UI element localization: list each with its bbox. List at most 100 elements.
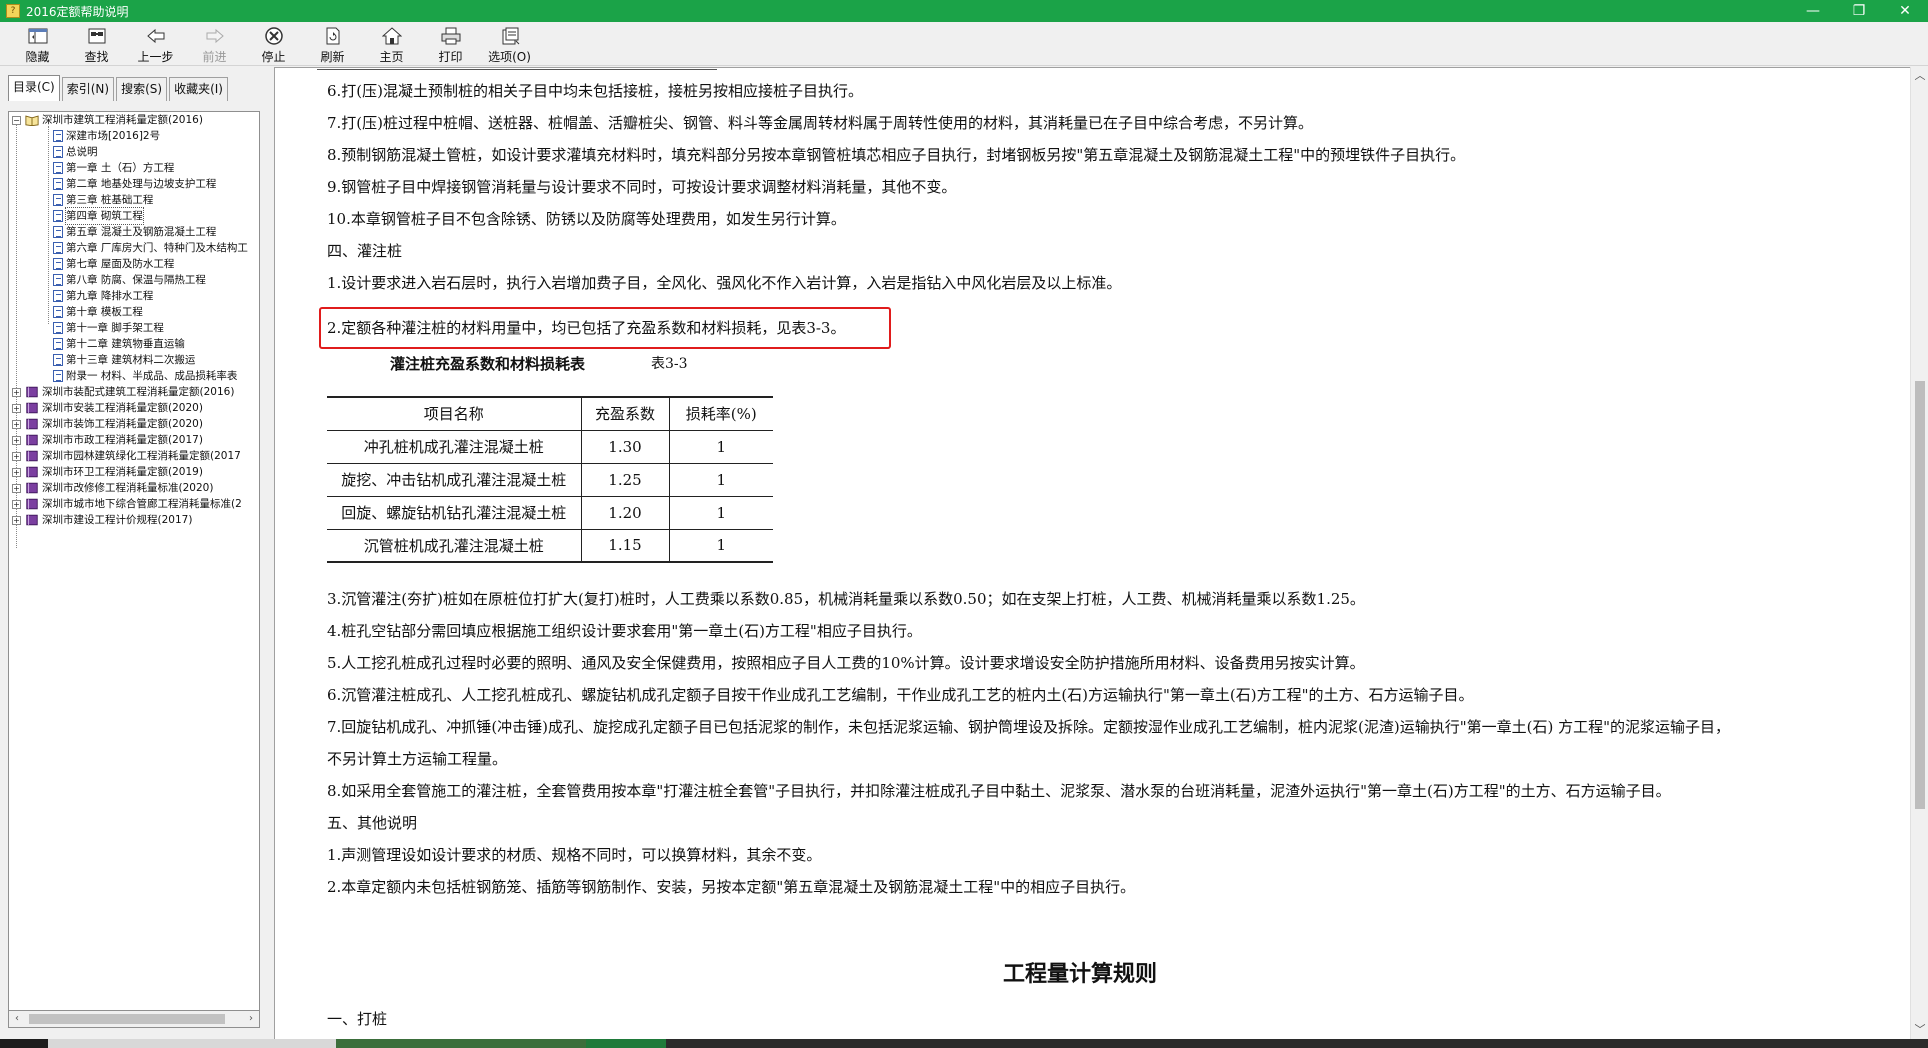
paragraph: 4.桩孔空钻部分需回填应根据施工组织设计要求套用"第一章土(石)方工程"相应子目…: [327, 622, 922, 640]
expand-icon[interactable]: +: [12, 484, 21, 493]
tree-node-child[interactable]: 第六章 厂库房大门、特种门及木结构工: [9, 240, 259, 256]
tree-node-child[interactable]: 第八章 防腐、保温与隔热工程: [9, 272, 259, 288]
toolbar: 隐藏 查找 上一步 前进 停止 刷新 主页 打印 选项(O): [0, 22, 1928, 66]
find-button[interactable]: 查找: [67, 22, 126, 66]
tree-node-child[interactable]: 总说明: [9, 144, 259, 160]
tree-node-child[interactable]: 第九章 降排水工程: [9, 288, 259, 304]
hide-pane-icon: [27, 26, 49, 46]
hide-button[interactable]: 隐藏: [8, 22, 67, 66]
contents-tree[interactable]: − 深圳市建筑工程消耗量定额(2016) 深建市场[2016]2号 总说明 第一…: [8, 111, 260, 1011]
book-icon: [26, 418, 38, 430]
tree-node-child[interactable]: 第七章 屋面及防水工程: [9, 256, 259, 272]
tree-node-book[interactable]: + 深圳市市政工程消耗量定额(2017): [9, 432, 259, 448]
find-icon: [86, 26, 108, 46]
book-icon: [26, 498, 38, 510]
title-bar: ? 2016定额帮助说明 — ❐ ✕: [0, 0, 1928, 22]
table-row: 回旋、螺旋钻机钻孔灌注混凝土桩 1.20 1: [327, 495, 773, 530]
table-title: 灌注桩充盈系数和材料损耗表: [390, 355, 586, 373]
book-icon: [26, 386, 38, 398]
window-controls: — ❐ ✕: [1790, 0, 1928, 22]
help-content: 6.打(压)混凝土预制桩的相关子目中均未包括接桩，接桩另按相应接桩子目执行。 7…: [274, 67, 1910, 1039]
tree-node-book[interactable]: + 深圳市装配式建筑工程消耗量定额(2016): [9, 384, 259, 400]
expand-icon[interactable]: +: [12, 500, 21, 509]
scroll-up-icon[interactable]: ︿: [1911, 67, 1928, 85]
scroll-thumb[interactable]: [29, 1014, 225, 1024]
stop-button[interactable]: 停止: [244, 22, 303, 66]
page-icon: [53, 370, 63, 382]
expand-icon[interactable]: +: [12, 468, 21, 477]
page-icon: [53, 354, 63, 366]
tree-node-book[interactable]: + 深圳市城市地下综合管廊工程消耗量标准(2: [9, 496, 259, 512]
options-button[interactable]: 选项(O): [480, 22, 539, 66]
book-icon: [26, 402, 38, 414]
back-arrow-icon: [145, 26, 167, 46]
expand-icon[interactable]: +: [12, 404, 21, 413]
tree-node-child[interactable]: 第三章 桩基础工程: [9, 192, 259, 208]
scroll-thumb[interactable]: [1915, 381, 1925, 809]
tree-node-child[interactable]: 第十章 模板工程: [9, 304, 259, 320]
tree-node-root[interactable]: − 深圳市建筑工程消耗量定额(2016): [9, 112, 259, 128]
expand-icon[interactable]: +: [12, 420, 21, 429]
tab-contents[interactable]: 目录(C): [8, 75, 60, 101]
paragraph: 7.打(压)桩过程中桩帽、送桩器、桩帽盖、活瓣桩尖、钢管、料斗等金属周转材料属于…: [327, 114, 1314, 132]
page-icon: [53, 130, 63, 142]
tab-search[interactable]: 搜索(S): [116, 77, 168, 101]
tree-node-child[interactable]: 第五章 混凝土及钢筋混凝土工程: [9, 224, 259, 240]
forward-button[interactable]: 前进: [185, 22, 244, 66]
tree-node-child[interactable]: 第十二章 建筑物垂直运输: [9, 336, 259, 352]
paragraph: 1.设计要求进入岩石层时，执行入岩增加费子目，全风化、强风化不作入岩计算，入岩是…: [327, 274, 1122, 292]
tree-node-child[interactable]: 第一章 土（石）方工程: [9, 160, 259, 176]
table-row: 沉管桩机成孔灌注混凝土桩 1.15 1: [327, 528, 773, 563]
table-cell: 1.30: [580, 429, 669, 464]
page-icon: [53, 306, 63, 318]
tab-index[interactable]: 索引(N): [61, 77, 115, 101]
scroll-down-icon[interactable]: ﹀: [1911, 1021, 1928, 1039]
tree-node-book[interactable]: + 深圳市园林建筑绿化工程消耗量定额(2017: [9, 448, 259, 464]
scroll-right-icon[interactable]: ›: [243, 1011, 259, 1027]
tree-node-book[interactable]: + 深圳市环卫工程消耗量定额(2019): [9, 464, 259, 480]
maximize-button[interactable]: ❐: [1836, 0, 1882, 22]
paragraph: 8.如采用全套管施工的灌注桩，全套管费用按本章"打灌注桩全套管"子目执行，并扣除…: [327, 782, 1671, 800]
home-button[interactable]: 主页: [362, 22, 421, 66]
refresh-button[interactable]: 刷新: [303, 22, 362, 66]
open-book-icon: [25, 115, 39, 126]
tree-node-book[interactable]: + 深圳市建设工程计价规程(2017): [9, 512, 259, 528]
tree-node-child[interactable]: 第二章 地基处理与边坡支护工程: [9, 176, 259, 192]
print-button[interactable]: 打印: [421, 22, 480, 66]
paragraph: 6.沉管灌注桩成孔、人工挖孔桩成孔、螺旋钻机成孔定额子目按干作业成孔工艺编制，干…: [327, 686, 1474, 704]
table-number: 表3-3: [651, 356, 688, 372]
collapse-icon[interactable]: −: [12, 116, 21, 125]
tree-node-child[interactable]: 第十一章 脚手架工程: [9, 320, 259, 336]
tree-node-book[interactable]: + 深圳市安装工程消耗量定额(2020): [9, 400, 259, 416]
section-heading: 四、灌注桩: [327, 242, 403, 260]
back-button[interactable]: 上一步: [126, 22, 185, 66]
tree-node-child[interactable]: 第十三章 建筑材料二次搬运: [9, 352, 259, 368]
navigation-pane: 目录(C) 索引(N) 搜索(S) 收藏夹(I) − 深圳市建筑工程消耗量定额(…: [0, 67, 268, 1039]
content-vertical-scrollbar[interactable]: ︿ ﹀: [1910, 67, 1928, 1039]
tree-node-child[interactable]: 深建市场[2016]2号: [9, 128, 259, 144]
minimize-button[interactable]: —: [1790, 0, 1836, 22]
expand-icon[interactable]: +: [12, 516, 21, 525]
expand-icon[interactable]: +: [12, 436, 21, 445]
paragraph: 2.本章定额内未包括桩钢筋笼、插筋等钢筋制作、安装，另按本定额"第五章混凝土及钢…: [327, 878, 1136, 896]
tree-horizontal-scrollbar[interactable]: ‹ ›: [8, 1011, 260, 1028]
tree-node-book[interactable]: + 深圳市改修修工程消耗量标准(2020): [9, 480, 259, 496]
forward-arrow-icon: [204, 26, 226, 46]
tree-node-book[interactable]: + 深圳市装饰工程消耗量定额(2020): [9, 416, 259, 432]
expand-icon[interactable]: +: [12, 452, 21, 461]
help-viewer-window: ? 2016定额帮助说明 — ❐ ✕ 隐藏 查找 上一步 前进 停止 刷新 主页…: [0, 0, 1928, 1048]
tree-node-child-selected[interactable]: 第四章 砌筑工程: [9, 207, 259, 225]
close-button[interactable]: ✕: [1882, 0, 1928, 22]
expand-icon[interactable]: +: [12, 388, 21, 397]
page-icon: [53, 194, 63, 206]
scroll-left-icon[interactable]: ‹: [9, 1011, 25, 1027]
table-cell: 冲孔桩机成孔灌注混凝土桩: [327, 429, 581, 464]
table-cell: 1: [668, 429, 773, 464]
page-icon: [53, 210, 63, 222]
page-icon: [53, 178, 63, 190]
tab-favorites[interactable]: 收藏夹(I): [169, 77, 228, 101]
tree-node-child[interactable]: 附录一 材料、半成品、成品损耗率表: [9, 368, 259, 384]
paragraph: 不另计算土方运输工程量。: [327, 750, 508, 768]
table-row: 旋挖、冲击钻机成孔灌注混凝土桩 1.25 1: [327, 462, 773, 497]
page-icon: [53, 162, 63, 174]
